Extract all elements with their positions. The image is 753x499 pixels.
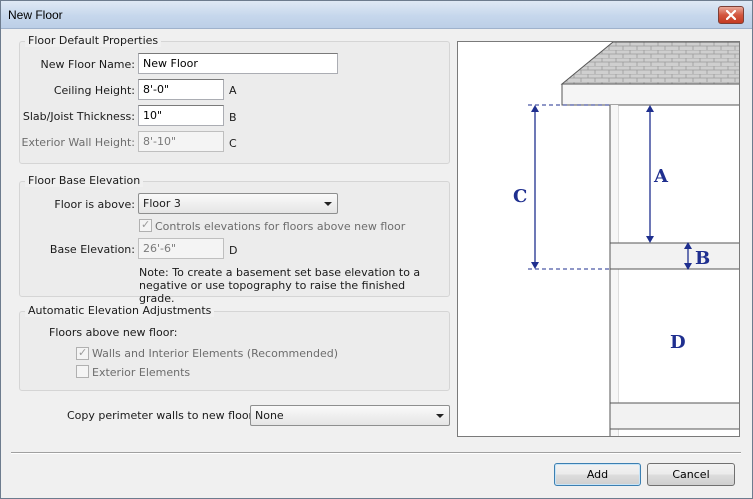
floor-is-above-value: Floor 3	[143, 197, 181, 210]
copy-walls-value: None	[255, 409, 284, 422]
title-bar: New Floor	[1, 1, 752, 29]
ceiling-height-letter: A	[229, 84, 237, 97]
checkmark-icon: ✓	[78, 346, 88, 359]
base-elevation-field: 26'-6"	[138, 238, 224, 259]
floors-above-label: Floors above new floor:	[49, 326, 178, 339]
cancel-button[interactable]: Cancel	[647, 463, 735, 486]
floor-default-legend: Floor Default Properties	[25, 34, 162, 47]
copy-walls-select[interactable]: None	[250, 405, 450, 426]
diagram-label-a: A	[653, 166, 669, 187]
controls-elevations-label: Controls elevations for floors above new…	[155, 220, 406, 233]
exterior-elements-label: Exterior Elements	[92, 366, 191, 379]
exterior-wall-height-field: 8'-10"	[138, 131, 224, 152]
diagram-label-d: D	[670, 332, 686, 353]
checkmark-icon: ✓	[141, 218, 151, 231]
roof-slab-edge	[561, 83, 739, 106]
exterior-wall-height-label: Exterior Wall Height:	[21, 136, 135, 149]
footer-separator	[11, 452, 741, 454]
new-floor-name-label: New Floor Name:	[40, 58, 135, 71]
floor-is-above-select[interactable]: Floor 3	[138, 193, 338, 214]
controls-elevations-checkbox: ✓	[139, 218, 152, 232]
chevron-down-icon	[436, 414, 444, 418]
roof-slab-top	[560, 42, 739, 85]
ceiling-height-field[interactable]: 8'-0"	[138, 79, 224, 100]
diagram-label-b: B	[695, 248, 710, 269]
slab-thickness-letter: B	[229, 111, 237, 124]
add-button[interactable]: Add	[554, 463, 641, 486]
window-title: New Floor	[8, 8, 63, 22]
walls-interior-label: Walls and Interior Elements (Recommended…	[92, 347, 339, 360]
slab-b	[609, 242, 739, 270]
exterior-elements-checkbox	[76, 365, 89, 378]
base-elevation-label: Base Elevation:	[49, 243, 135, 256]
chevron-down-icon	[324, 202, 332, 206]
auto-adjust-legend: Automatic Elevation Adjustments	[25, 304, 215, 317]
close-button[interactable]	[718, 6, 744, 24]
new-floor-name-field[interactable]: New Floor	[138, 53, 338, 74]
diagram-label-c: C	[513, 186, 527, 207]
new-floor-dialog: New Floor Floor Default Properties New F…	[0, 0, 753, 499]
base-elevation-letter: D	[229, 244, 238, 257]
floor-preview-diagram: C A B D	[457, 41, 740, 437]
lower-slab	[609, 402, 739, 430]
basement-note: Note: To create a basement set base elev…	[139, 266, 421, 305]
slab-thickness-label: Slab/Joist Thickness:	[22, 110, 135, 123]
exterior-wall-height-letter: C	[229, 137, 237, 150]
section-diagram: C A B D	[513, 42, 739, 436]
slab-thickness-field[interactable]: 10"	[138, 105, 224, 126]
ceiling-height-label: Ceiling Height:	[53, 84, 135, 97]
base-elevation-legend: Floor Base Elevation	[25, 174, 144, 187]
close-icon	[726, 10, 736, 20]
floor-is-above-label: Floor is above:	[54, 198, 135, 211]
walls-interior-checkbox: ✓	[76, 346, 89, 360]
